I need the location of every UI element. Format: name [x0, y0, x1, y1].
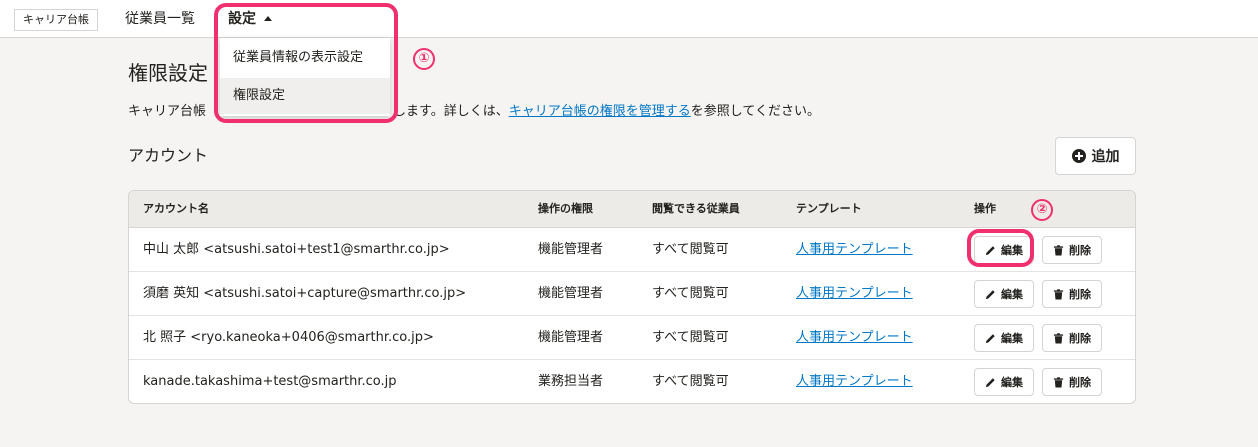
- trash-icon: [1053, 244, 1064, 256]
- header-viewable-employees: 閲覧できる従業員: [652, 202, 740, 215]
- delete-button[interactable]: 削除: [1042, 236, 1102, 264]
- annotation-marker-2: ②: [1031, 199, 1053, 221]
- delete-label: 削除: [1069, 376, 1091, 389]
- edit-label: 編集: [1001, 332, 1023, 345]
- account-name: 北 照子 <ryo.kaneoka+0406@smarthr.co.jp>: [143, 330, 434, 345]
- permission-help-link[interactable]: キャリア台帳の権限を管理する: [509, 104, 691, 119]
- description-prefix: キャリア台帳: [128, 104, 207, 119]
- viewable-employees: すべて閲覧可: [652, 286, 729, 301]
- header-permission: 操作の権限: [538, 202, 593, 215]
- pencil-icon: [985, 245, 995, 255]
- nav-employees[interactable]: 従業員一覧: [125, 10, 195, 28]
- template-link[interactable]: 人事用テンプレート: [796, 360, 913, 403]
- pencil-icon: [985, 377, 995, 387]
- settings-dropdown: 従業員情報の表示設定 権限設定: [220, 38, 390, 116]
- header-account-name: アカウント名: [143, 202, 209, 215]
- permission: 機能管理者: [538, 242, 604, 257]
- viewable-employees: すべて閲覧可: [652, 374, 729, 389]
- nav-settings[interactable]: 設定: [228, 10, 272, 28]
- delete-label: 削除: [1069, 288, 1091, 301]
- header-template: テンプレート: [796, 202, 862, 215]
- delete-button[interactable]: 削除: [1042, 280, 1102, 308]
- trash-icon: [1053, 376, 1064, 388]
- table-row: 北 照子 <ryo.kaneoka+0406@smarthr.co.jp> 機能…: [129, 316, 1135, 360]
- description-mid: します。詳しくは、: [393, 104, 509, 119]
- nav-settings-label: 設定: [228, 11, 256, 27]
- app-header: キャリア台帳 従業員一覧 設定: [0, 0, 1258, 38]
- accounts-table: アカウント名 操作の権限 閲覧できる従業員 テンプレート 操作 中山 太郎 <a…: [128, 190, 1136, 404]
- delete-label: 削除: [1069, 244, 1091, 257]
- annotation-marker-1: ①: [413, 48, 435, 70]
- delete-button[interactable]: 削除: [1042, 368, 1102, 396]
- header-actions: 操作: [974, 202, 996, 215]
- plus-circle-icon: [1071, 149, 1086, 163]
- edit-button[interactable]: 編集: [974, 280, 1034, 308]
- add-account-button[interactable]: 追加: [1055, 137, 1136, 175]
- menu-item-employee-display-settings[interactable]: 従業員情報の表示設定: [220, 40, 390, 76]
- permission: 業務担当者: [538, 374, 604, 389]
- table-row: kanade.takashima+test@smarthr.co.jp 業務担当…: [129, 360, 1135, 403]
- table-header: アカウント名 操作の権限 閲覧できる従業員 テンプレート 操作: [129, 191, 1135, 228]
- pencil-icon: [985, 289, 995, 299]
- template-link[interactable]: 人事用テンプレート: [796, 316, 913, 360]
- edit-label: 編集: [1001, 376, 1023, 389]
- trash-icon: [1053, 332, 1064, 344]
- account-name: kanade.takashima+test@smarthr.co.jp: [143, 374, 397, 389]
- app-badge[interactable]: キャリア台帳: [14, 9, 98, 31]
- viewable-employees: すべて閲覧可: [652, 330, 729, 345]
- account-name: 中山 太郎 <atsushi.satoi+test1@smarthr.co.jp…: [143, 242, 450, 257]
- template-link[interactable]: 人事用テンプレート: [796, 272, 913, 316]
- edit-label: 編集: [1001, 288, 1023, 301]
- menu-item-permission-settings[interactable]: 権限設定: [220, 78, 390, 114]
- account-name: 須磨 英知 <atsushi.satoi+capture@smarthr.co.…: [143, 286, 467, 301]
- pencil-icon: [985, 333, 995, 343]
- delete-button[interactable]: 削除: [1042, 324, 1102, 352]
- permission: 機能管理者: [538, 286, 604, 301]
- edit-button[interactable]: 編集: [974, 368, 1034, 396]
- table-row: 中山 太郎 <atsushi.satoi+test1@smarthr.co.jp…: [129, 228, 1135, 272]
- page-title: 権限設定: [128, 61, 208, 85]
- viewable-employees: すべて閲覧可: [652, 242, 729, 257]
- add-button-label: 追加: [1091, 149, 1120, 165]
- edit-button[interactable]: 編集: [974, 236, 1034, 264]
- table-row: 須磨 英知 <atsushi.satoi+capture@smarthr.co.…: [129, 272, 1135, 316]
- permission: 機能管理者: [538, 330, 604, 345]
- delete-label: 削除: [1069, 332, 1091, 345]
- template-link[interactable]: 人事用テンプレート: [796, 228, 913, 272]
- edit-label: 編集: [1001, 244, 1023, 257]
- caret-up-icon: [264, 16, 272, 21]
- description-suffix: を参照してください。: [690, 104, 820, 119]
- edit-button[interactable]: 編集: [974, 324, 1034, 352]
- trash-icon: [1053, 288, 1064, 300]
- section-title-accounts: アカウント: [128, 146, 209, 165]
